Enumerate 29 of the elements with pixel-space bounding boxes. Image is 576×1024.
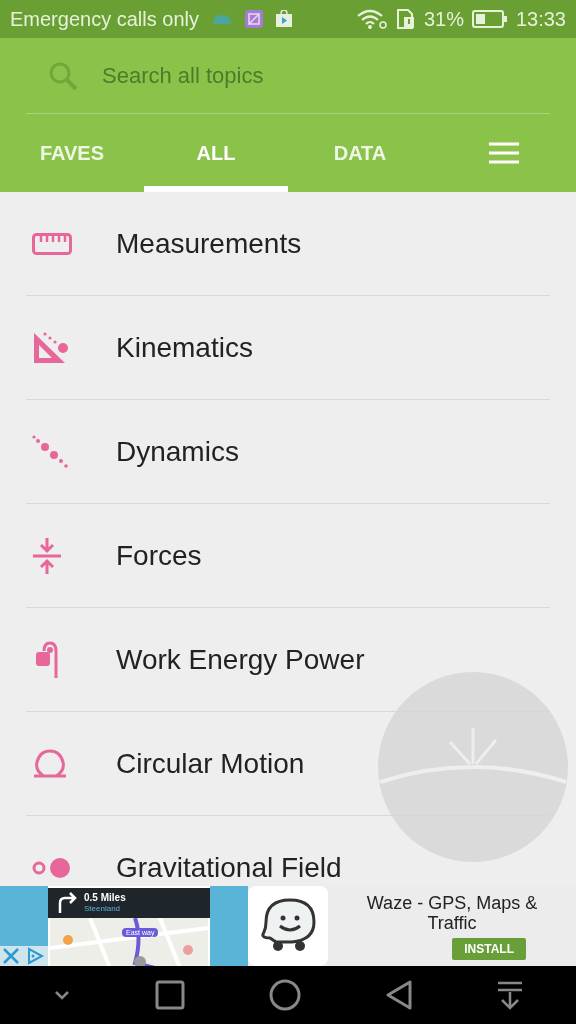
search-icon xyxy=(48,60,78,91)
battery-icon xyxy=(471,10,508,28)
search-field[interactable]: Search all topics xyxy=(102,62,550,89)
ruler-icon xyxy=(32,232,72,255)
wifi-icon xyxy=(355,9,388,29)
distance-text: 0.5 Miles xyxy=(84,893,126,903)
image-icon xyxy=(244,10,263,28)
compress-arrows-icon xyxy=(32,536,62,575)
incline-icon xyxy=(32,330,70,365)
recent-apps-icon[interactable] xyxy=(155,980,186,1010)
loop-icon xyxy=(32,748,68,779)
back-icon[interactable] xyxy=(384,979,413,1011)
shopping-bag-icon xyxy=(274,10,293,28)
notification-pull-icon[interactable] xyxy=(496,980,525,1010)
topic-item[interactable]: Measurements xyxy=(26,192,550,296)
topic-item[interactable]: Forces xyxy=(26,504,550,608)
cloud-icon xyxy=(210,12,233,26)
home-icon[interactable] xyxy=(269,979,301,1011)
carrier-text: Emergency calls only xyxy=(10,7,199,31)
sim-card-icon xyxy=(395,9,416,29)
dotted-path-icon xyxy=(32,434,70,469)
ad-title: Waze - GPS, Maps & Traffic xyxy=(365,894,539,934)
clock-time: 13:33 xyxy=(515,7,566,31)
battery-percent: 31% xyxy=(423,7,464,31)
turn-right-icon xyxy=(56,892,78,914)
topic-item[interactable]: Dynamics xyxy=(26,400,550,504)
street-text: Steenland xyxy=(84,905,122,913)
topic-item[interactable]: Kinematics xyxy=(26,296,550,400)
two-circles-icon xyxy=(32,855,72,880)
